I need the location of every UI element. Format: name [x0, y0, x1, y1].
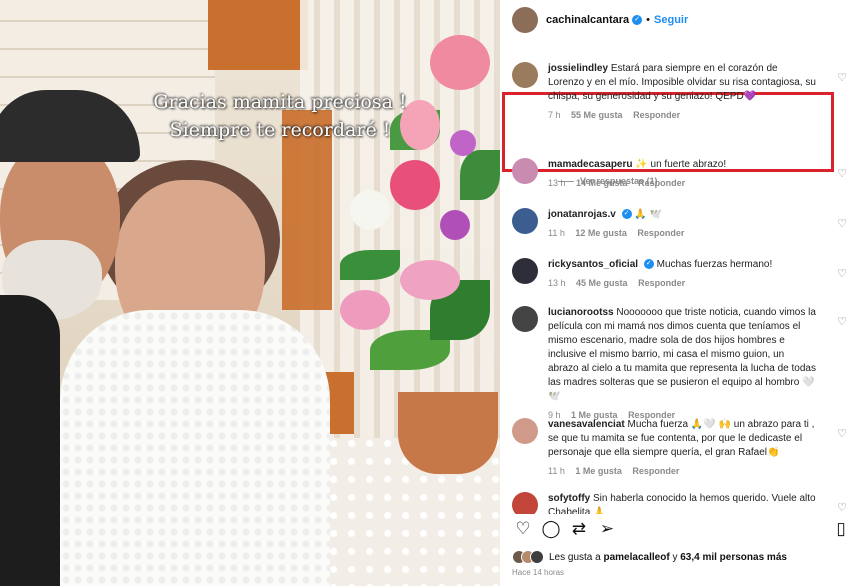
comment-item: lucianorootss Nooooooo que triste notici…	[512, 306, 848, 422]
heart-icon[interactable]: ♡	[836, 502, 848, 514]
post-header: cachinalcantara ✓ • Seguir	[500, 0, 860, 40]
likes-conjunction: y	[672, 551, 678, 563]
post-time: Hace 14 horas	[512, 568, 565, 577]
separator-dot: •	[646, 14, 651, 26]
comment-text: Muchas fuerzas hermano!	[656, 259, 773, 270]
wall-panel	[208, 0, 308, 70]
commenter-avatar[interactable]	[512, 258, 538, 284]
commenter-avatar[interactable]	[512, 208, 538, 234]
comment-likes[interactable]: 45 Me gusta	[576, 278, 628, 288]
liker-avatar	[530, 550, 544, 564]
flower-bouquet	[330, 30, 500, 400]
commenter-username[interactable]: jonatanrojas.v	[548, 209, 616, 220]
commenter-username[interactable]: mamadecasaperu	[548, 159, 633, 170]
heart-icon[interactable]: ♡	[836, 428, 848, 440]
post-photo: Gracias mamita preciosa ! Siempre te rec…	[0, 0, 500, 586]
comment-time: 13 h	[548, 278, 566, 288]
comment-item: jossielindley Estará para siempre en el …	[512, 62, 848, 122]
commenter-username[interactable]: jossielindley	[548, 63, 608, 74]
heart-icon[interactable]: ♡	[836, 218, 848, 230]
comment-likes[interactable]: 55 Me gusta	[571, 110, 623, 120]
bookmark-icon[interactable]: ▯	[830, 518, 852, 540]
comment-item: jonatanrojas.v ✓ 🙏 🕊️ 11 h 12 Me gusta R…	[512, 208, 848, 240]
commenter-username[interactable]: sofytoffy	[548, 493, 590, 504]
repost-icon[interactable]: ⇄	[568, 518, 590, 540]
man-figure	[0, 90, 170, 586]
comment-text: Nooooooo que triste noticia, cuando vimo…	[548, 307, 816, 402]
commenter-avatar[interactable]	[512, 418, 538, 444]
commenter-username[interactable]: lucianorootss	[548, 307, 614, 318]
commenter-username[interactable]: vanesavalenciat	[548, 419, 625, 430]
share-icon[interactable]: ➢	[596, 518, 618, 540]
heart-icon[interactable]: ♡	[836, 316, 848, 328]
likes-summary[interactable]: Les gusta a pamelacalleof y 63,4 mil per…	[512, 550, 787, 564]
comment-likes[interactable]: 14 Me gusta	[576, 178, 628, 188]
heart-icon[interactable]: ♡	[512, 518, 534, 540]
comment-item: mamadecasaperu ✨ un fuerte abrazo! 13 h …	[512, 158, 848, 190]
author-avatar[interactable]	[512, 7, 538, 33]
comment-icon[interactable]: ◯	[540, 518, 562, 540]
flower-vase	[398, 392, 498, 474]
comments-panel: cachinalcantara ✓ • Seguir jossielindley…	[500, 0, 860, 586]
reply-button[interactable]: Responder	[633, 110, 680, 120]
heart-icon[interactable]: ♡	[836, 268, 848, 280]
commenter-username[interactable]: rickysantos_oficial	[548, 259, 638, 270]
liker-username[interactable]: pamelacalleof	[604, 552, 670, 563]
comment-text: ✨ un fuerte abrazo!	[635, 159, 727, 170]
follow-button[interactable]: Seguir	[654, 14, 688, 26]
heart-icon[interactable]: ♡	[836, 168, 848, 180]
comment-item: sofytoffy Sin haberla conocido la hemos …	[512, 492, 848, 514]
heart-icon[interactable]: ♡	[836, 72, 848, 84]
comment-text: 🙏 🕊️	[634, 209, 663, 220]
comments-list[interactable]: jossielindley Estará para siempre en el …	[500, 44, 860, 514]
photo-caption: Gracias mamita preciosa ! Siempre te rec…	[153, 91, 407, 141]
author-username[interactable]: cachinalcantara	[546, 14, 629, 26]
comment-time: 11 h	[548, 228, 565, 238]
likes-prefix: Les gusta a	[549, 551, 601, 563]
commenter-avatar[interactable]	[512, 62, 538, 88]
comment-time: 11 h	[548, 466, 565, 476]
reply-button[interactable]: Responder	[638, 278, 685, 288]
likes-count[interactable]: 63,4 mil personas más	[680, 552, 787, 563]
comment-time: 7 h	[548, 110, 561, 120]
reply-button[interactable]: Responder	[637, 228, 684, 238]
commenter-avatar[interactable]	[512, 492, 538, 514]
comment-item: vanesavalenciat Mucha fuerza 🙏🤍 🙌 un abr…	[512, 418, 848, 478]
commenter-avatar[interactable]	[512, 306, 538, 332]
comment-likes[interactable]: 12 Me gusta	[575, 228, 627, 238]
comment-likes[interactable]: 1 Me gusta	[575, 466, 622, 476]
comment-item: rickysantos_oficial ✓ Muchas fuerzas her…	[512, 258, 848, 290]
reply-button[interactable]: Responder	[632, 466, 679, 476]
reply-button[interactable]: Responder	[638, 178, 685, 188]
verified-icon: ✓	[643, 259, 654, 270]
verified-icon: ✓	[632, 15, 643, 25]
commenter-avatar[interactable]	[512, 158, 538, 184]
comment-time: 13 h	[548, 178, 566, 188]
action-bar: ♡ ◯ ⇄ ➢ ▯	[512, 518, 852, 542]
verified-icon: ✓	[621, 209, 632, 220]
